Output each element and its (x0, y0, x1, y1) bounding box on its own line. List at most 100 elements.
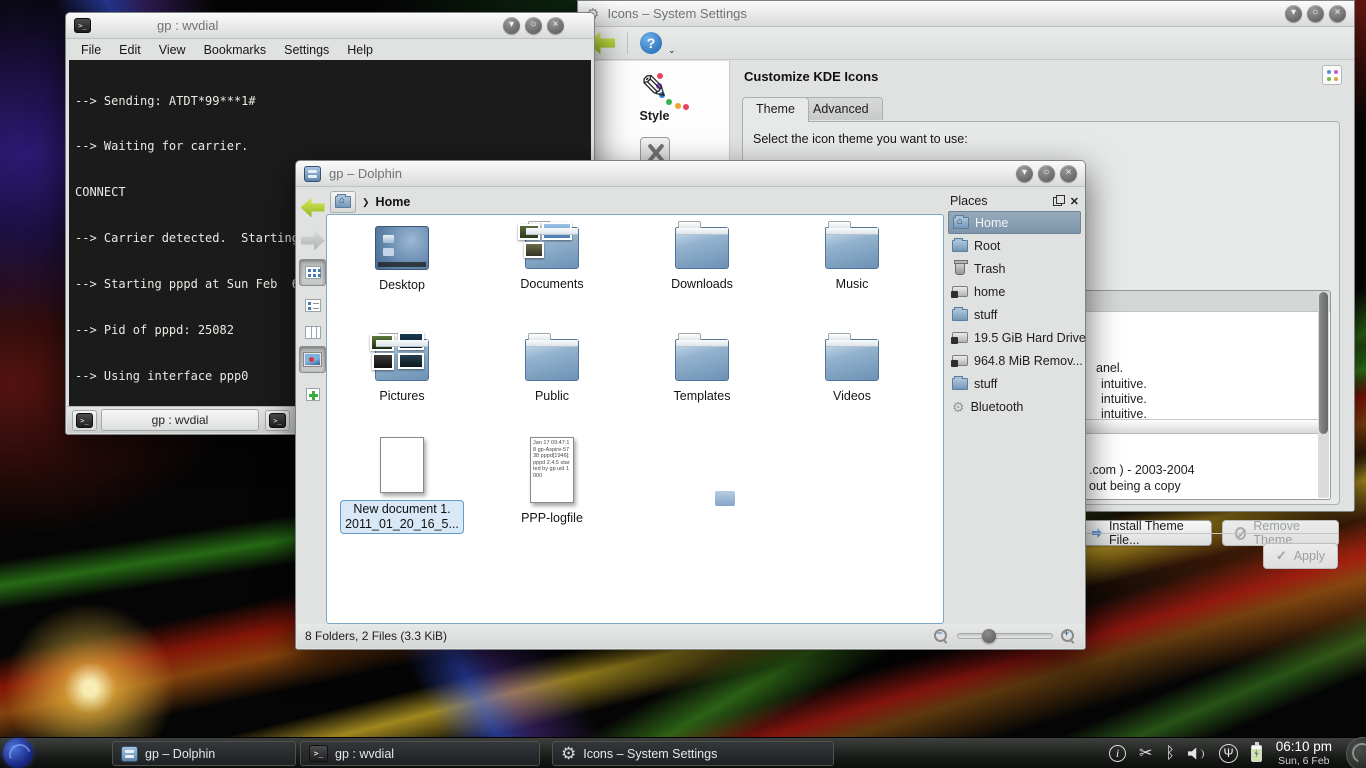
grid-item-desktop[interactable]: Desktop (337, 221, 467, 294)
clock[interactable]: 06:10 pm Sun, 6 Feb (1276, 740, 1332, 768)
split-view-button[interactable] (299, 381, 326, 408)
folder-icon (825, 339, 879, 381)
konsole-titlebar[interactable]: >_ gp : wvdial ▾ ○ × (66, 13, 594, 39)
zoom-slider[interactable] (957, 633, 1053, 639)
close-button[interactable]: × (1060, 165, 1077, 182)
theme-description-fragment: out being a copy (1089, 479, 1181, 493)
columns-view-icon (305, 326, 321, 339)
theme-list-fragment: anel. (1096, 361, 1123, 375)
scrollbar[interactable] (1318, 292, 1329, 498)
task-dolphin[interactable]: gp – Dolphin (112, 741, 296, 766)
icons-view-button[interactable] (299, 259, 326, 286)
tab-advanced[interactable]: Advanced (799, 97, 883, 120)
zoom-in-button[interactable]: + (1061, 629, 1076, 644)
home-button[interactable]: ⌂ (330, 191, 356, 213)
terminal-icon: >_ (74, 18, 91, 33)
file-newdoc[interactable]: New document 1. 2011_01_20_16_5... (337, 437, 467, 534)
grid-item-videos[interactable]: Videos (787, 333, 917, 405)
grid-item-pictures[interactable]: Pictures (337, 333, 467, 405)
places-item-removable[interactable]: 964.8 MiB Remov... (948, 349, 1081, 372)
menu-edit[interactable]: Edit (110, 41, 150, 59)
tab-theme[interactable]: Theme (742, 97, 809, 122)
zoom-out-button[interactable]: − (934, 629, 949, 644)
places-item-stuff-2[interactable]: stuff (948, 372, 1081, 395)
places-close-icon[interactable]: ✕ (1070, 195, 1079, 208)
task-wvdial[interactable]: >_ gp : wvdial (300, 741, 540, 766)
icon-view-toggle[interactable] (1322, 65, 1342, 85)
task-system-settings[interactable]: ⚙ Icons – System Settings (552, 741, 834, 766)
maximize-button[interactable]: ○ (1038, 165, 1055, 182)
breadcrumb-home[interactable]: Home (376, 195, 411, 209)
thumbnail-artifact (715, 491, 735, 506)
places-header[interactable]: Places ✕ (948, 191, 1081, 211)
view-toolbar (298, 191, 327, 623)
menu-view[interactable]: View (150, 41, 195, 59)
help-button[interactable]: ? (640, 32, 662, 54)
grid-item-templates[interactable]: Templates (637, 333, 767, 405)
forward-button[interactable] (299, 227, 326, 254)
clipboard-tray-icon[interactable]: ✂ (1139, 738, 1152, 768)
file-view[interactable]: Desktop Documents Downloads Music (326, 214, 944, 624)
menu-bookmarks[interactable]: Bookmarks (195, 41, 276, 59)
grid-item-public[interactable]: Public (487, 333, 617, 405)
sidebar-item-style[interactable]: ✎ Style (580, 61, 729, 123)
page-title: Customize KDE Icons (744, 69, 878, 84)
places-item-stuff[interactable]: stuff (948, 303, 1081, 326)
grid-item-music[interactable]: Music (787, 221, 917, 293)
menu-settings[interactable]: Settings (275, 41, 338, 59)
places-item-home-partition[interactable]: home (948, 280, 1081, 303)
tab-gp-wvdial[interactable]: gp : wvdial (101, 409, 259, 431)
preview-toggle-button[interactable] (299, 346, 326, 373)
trash-icon (955, 262, 965, 275)
places-item-root[interactable]: Root (948, 234, 1081, 257)
gear-icon: ⚙ (952, 400, 965, 414)
grid-item-documents[interactable]: Documents (487, 221, 617, 293)
scrollbar-thumb[interactable] (1319, 292, 1328, 434)
theme-description-fragment: .com ) - 2003-2004 (1089, 463, 1195, 477)
dolphin-titlebar[interactable]: gp – Dolphin ▾ ○ × (296, 161, 1085, 187)
menu-help[interactable]: Help (338, 41, 382, 59)
bluetooth-tray-icon[interactable]: ᛒ (1165, 738, 1175, 768)
home-icon: ⌂ (335, 196, 351, 208)
menu-file[interactable]: File (72, 41, 110, 59)
maximize-button[interactable]: ○ (525, 17, 542, 34)
grid-item-downloads[interactable]: Downloads (637, 221, 767, 293)
minimize-button[interactable]: ▾ (1016, 165, 1033, 182)
close-button[interactable]: × (547, 17, 564, 34)
window-title: Icons – System Settings (607, 6, 746, 21)
select-theme-label: Select the icon theme you want to use: (753, 132, 968, 146)
places-detach-icon[interactable] (1053, 197, 1062, 206)
window-dolphin[interactable]: gp – Dolphin ▾ ○ × ⌂ ❯ Home (295, 160, 1086, 650)
minimize-button[interactable]: ▾ (1285, 5, 1302, 22)
minimize-button[interactable]: ▾ (503, 17, 520, 34)
tab-list-button[interactable]: >_ (265, 410, 290, 431)
system-settings-titlebar[interactable]: ⚙ Icons – System Settings ▾ ○ × (578, 1, 1354, 27)
places-item-home[interactable]: ⌂ Home (948, 211, 1081, 234)
new-tab-button[interactable]: >_ (72, 410, 97, 431)
maximize-button[interactable]: ○ (1307, 5, 1324, 22)
system-settings-toolbar: ? ⌄ (578, 27, 1354, 60)
launcher-icon[interactable] (3, 738, 33, 768)
columns-view-button[interactable] (299, 319, 326, 346)
zoom-slider-handle[interactable] (982, 629, 996, 643)
folder-icon (675, 227, 729, 269)
chevron-down-icon[interactable]: ⌄ (668, 45, 676, 56)
info-tray-icon[interactable]: i (1109, 745, 1126, 762)
dolphin-icon (121, 746, 138, 762)
terminal-line: --> Sending: ATDT*99***1# (75, 94, 585, 109)
places-item-bluetooth[interactable]: ⚙ Bluetooth (948, 395, 1081, 418)
volume-tray-icon[interactable] (1188, 746, 1206, 762)
details-view-button[interactable] (299, 292, 326, 319)
panel-cashew[interactable] (1346, 737, 1366, 768)
file-ppp-logfile[interactable]: Jan 17 09:47:18 gp-Aspire-5738 pppd[1946… (487, 437, 617, 527)
back-button[interactable] (299, 194, 326, 221)
usb-tray-icon[interactable]: Ψ (1219, 744, 1238, 763)
apply-button[interactable]: ✓ Apply (1263, 543, 1338, 569)
style-icon: ✎ (580, 69, 729, 107)
taskbar: gp – Dolphin >_ gp : wvdial ⚙ Icons – Sy… (0, 737, 1366, 768)
details-view-icon (305, 299, 321, 312)
places-item-trash[interactable]: Trash (948, 257, 1081, 280)
battery-tray-icon[interactable] (1251, 745, 1262, 762)
places-item-hard-drive[interactable]: 19.5 GiB Hard Drive (948, 326, 1081, 349)
close-button[interactable]: × (1329, 5, 1346, 22)
